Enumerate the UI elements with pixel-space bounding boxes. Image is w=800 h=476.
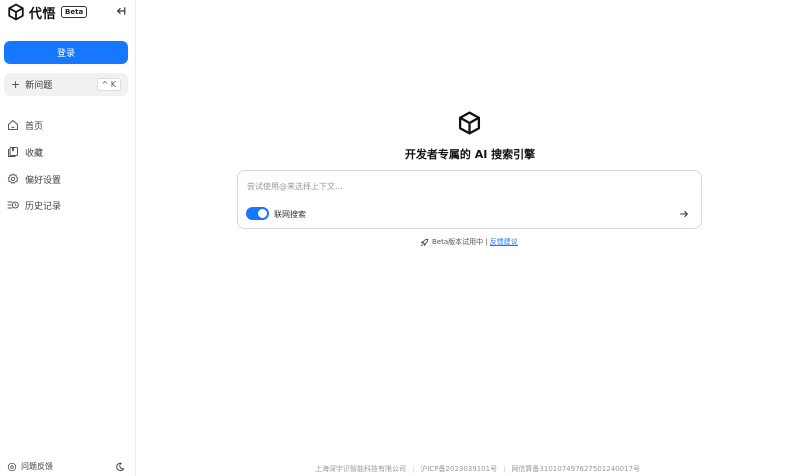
sidebar-item-favorites[interactable]: 收藏 [7,145,43,159]
login-button[interactable]: 登录 [4,41,128,64]
feedback-suggestion-link[interactable]: 反馈建议 [490,237,518,247]
sidebar-item-label: 收藏 [25,148,44,159]
cube-logo-icon [458,111,481,135]
history-icon [7,201,19,209]
sidebar-item-label: 历史记录 [25,201,62,212]
company-name: 上海深宇识智能科技有限公司 [315,465,406,473]
collapse-sidebar-icon[interactable] [116,6,126,16]
beta-notice: Beta版本试用中 | 反馈建议 [420,237,518,247]
plus-icon: + [11,78,21,91]
arrow-right-icon[interactable] [679,209,689,219]
page-title: 开发者专属的 AI 搜索引擎 [404,148,536,161]
footer-divider: | [412,465,415,473]
sidebar-item-home[interactable]: 首页 [7,118,43,132]
sidebar-item-preferences[interactable]: 偏好设置 [7,172,61,186]
cube-logo-icon [8,3,24,21]
icp-number[interactable]: 沪ICP备2023039101号 [420,464,497,474]
shortcut-hint: ^ K [96,78,121,91]
new-question-button[interactable]: + 新问题 ^ K [4,73,128,96]
new-question-label: 新问题 [25,81,53,91]
search-panel: 联网搜索 [237,170,702,229]
feedback-link[interactable]: 问题反馈 [7,461,53,472]
sidebar-item-history[interactable]: 历史记录 [7,198,61,212]
footer-divider: | [503,465,506,473]
sidebar-item-label: 偏好设置 [25,175,62,186]
feedback-label: 问题反馈 [21,462,53,471]
web-search-toggle[interactable] [246,207,269,220]
footer: 上海深宇识智能科技有限公司 | 沪ICP备2023039101号 | 网信算备3… [315,464,640,474]
moon-icon[interactable] [115,462,125,472]
brand[interactable]: 代悟 Beta [7,3,88,22]
app-name: 代悟 [29,6,57,22]
sidebar-item-label: 首页 [25,121,44,132]
web-search-label: 联网搜索 [274,210,306,219]
algorithm-filing[interactable]: 网信算备310107497627501240017号 [511,464,640,474]
beta-text: Beta版本试用中 | [432,238,488,246]
rocket-icon [420,238,429,246]
sidebar: 代悟 Beta 登录 + 新问题 ^ K 首页 收藏 偏好设置 历史记录 问题反… [0,0,136,476]
beta-badge: Beta [61,6,88,18]
gear-icon [7,173,19,184]
home-icon [8,120,18,130]
search-input[interactable] [247,179,667,193]
bookmark-icon [8,147,18,157]
feedback-icon [7,462,17,471]
